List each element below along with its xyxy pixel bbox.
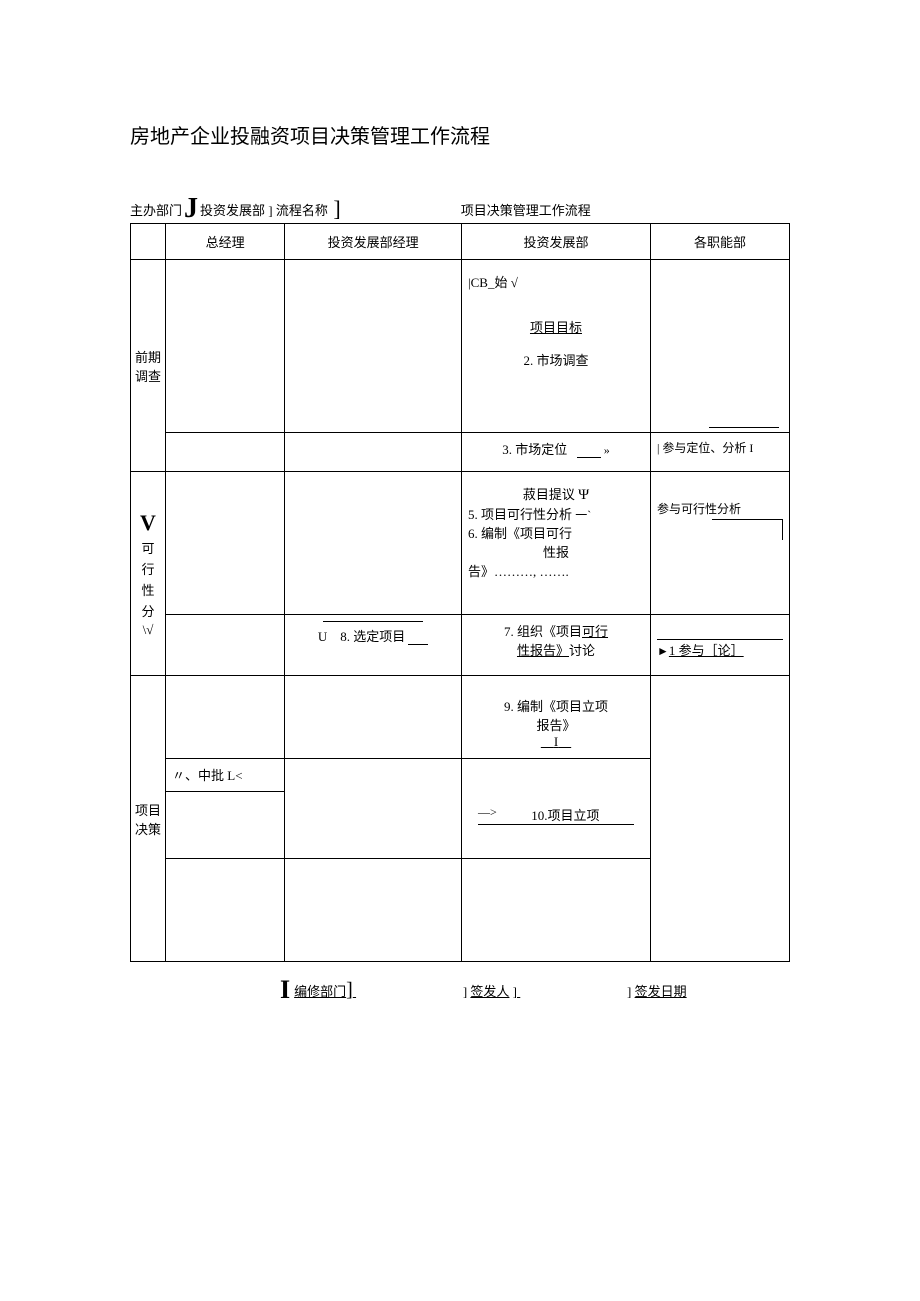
workflow-table: 总经理 投资发展部经理 投资发展部 各职能部 前期调查 |CB_始 √ 项目目标…	[130, 223, 790, 962]
host-dept-label: 主办部门	[130, 200, 182, 219]
step6a: 6. 编制《项目可行	[468, 523, 644, 542]
bracket-icon: ]	[627, 984, 635, 1000]
signer-label: 签发人	[470, 981, 509, 1000]
step-establish: 10.项目立项	[531, 808, 599, 823]
step7a-u: 可行	[582, 624, 608, 639]
step9c: I	[554, 734, 558, 749]
big-j-icon: J	[184, 199, 198, 219]
step7b: 讨论	[569, 643, 595, 658]
participate-discuss: 1 参与［论］	[669, 643, 744, 658]
bracket-icon: ]	[509, 984, 517, 1000]
meta-row: 主办部门 J 投资发展部 ] 流程名称 ] 项目决策管理工作流程	[130, 199, 790, 219]
bracket-icon: ]	[265, 203, 276, 219]
step6b: 性报	[468, 542, 644, 561]
participate-position: | 参与定位、分析 I	[651, 433, 789, 465]
participate-feasibility: 参与可行性分析	[657, 500, 783, 517]
psi-icon: Ψ	[578, 487, 589, 503]
big-v-icon: V	[140, 510, 156, 536]
step7a: 7. 组织《项目	[504, 624, 582, 639]
col-general-manager: 总经理	[166, 224, 285, 260]
project-goal: 项目目标	[530, 320, 582, 335]
step9b: 报告》	[468, 715, 644, 734]
step-select-project: 8. 选定项目	[340, 629, 405, 644]
flow-name-value: 项目决策管理工作流程	[461, 200, 591, 219]
step-market-survey: 2. 市场调查	[468, 350, 644, 369]
col-invest-dept: 投资发展部	[462, 224, 651, 260]
document-title: 房地产企业投融资项目决策管理工作流程	[130, 120, 790, 149]
phase-decision: 项目决策	[131, 676, 166, 962]
approval: 〃、中批 L<	[166, 759, 284, 791]
u-icon: U	[318, 629, 327, 644]
phase-feasibility: V 可行性分\√	[131, 472, 166, 676]
edit-dept-label: 编修部门	[294, 981, 346, 1000]
step-feasibility: 5. 项目可行性分析	[468, 507, 572, 522]
col-functional: 各职能部	[651, 224, 790, 260]
step-market-position: 3. 市场定位	[502, 442, 567, 457]
col-dept-manager: 投资发展部经理	[285, 224, 462, 260]
step9a: 9. 编制《项目立项	[468, 696, 644, 715]
arrow-right-icon: »	[604, 443, 610, 457]
arrow-right-icon: —>	[478, 805, 497, 820]
phase-early-survey: 前期调查	[131, 260, 166, 472]
cb-start: |CB_始 √	[468, 272, 644, 291]
footer-row: I 编修部门 ] ] 签发人 ] ] 签发日期	[130, 980, 790, 1000]
arrow-icon: 一`	[575, 508, 591, 522]
bracket-icon: ]	[328, 199, 341, 219]
step7b-u: 性报告》	[517, 643, 569, 658]
step6c: 告》………, …….	[468, 561, 644, 580]
big-i-icon: I	[280, 980, 290, 1000]
host-dept-value: 投资发展部	[200, 200, 265, 219]
arrow-right-icon: ►	[657, 644, 669, 658]
bracket-icon: ]	[346, 980, 353, 1000]
sign-date-label: 签发日期	[635, 981, 687, 1000]
flow-name-label: 流程名称	[276, 200, 328, 219]
bracket-icon: ]	[463, 984, 471, 1000]
project-suggest: 菽目提议	[523, 487, 575, 502]
